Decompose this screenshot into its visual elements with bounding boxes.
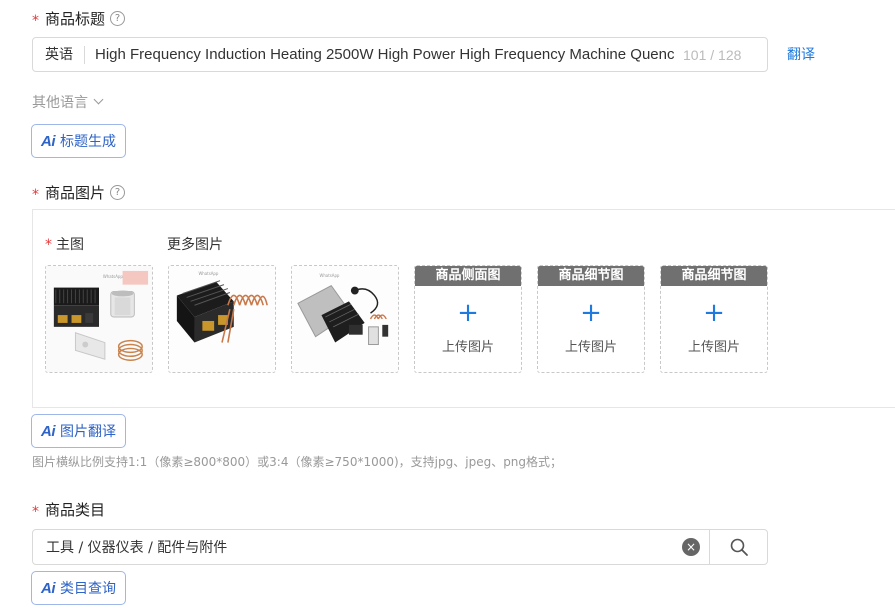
ai-icon: Ai	[41, 132, 56, 150]
svg-text:WhatsApp: WhatsApp	[198, 271, 218, 276]
plus-icon: +	[457, 298, 479, 328]
svg-text:WhatsApp: WhatsApp	[319, 273, 339, 278]
category-label: 商品类目	[45, 501, 106, 519]
upload-slot-header: 商品侧面图	[415, 266, 521, 286]
more-image-thumbnail-2[interactable]: WhatsApp	[291, 265, 399, 373]
upload-slot-3[interactable]: 商品细节图 + 上传图片	[660, 265, 768, 373]
more-images-label: 更多图片	[167, 237, 223, 253]
char-counter: 101 / 128	[683, 46, 742, 63]
image-label-row: * 商品图片 ?	[32, 182, 126, 203]
translate-link[interactable]: 翻译	[787, 44, 815, 64]
product-photo-1: WhatsApp	[46, 266, 152, 372]
clear-icon[interactable]: ×	[682, 538, 700, 556]
main-image-label: * 主图	[45, 234, 84, 254]
ai-category-query-label: 类目查询	[60, 581, 116, 597]
help-icon[interactable]: ?	[110, 185, 126, 200]
plus-icon: +	[580, 298, 602, 328]
ai-title-generate-label: 标题生成	[60, 134, 116, 150]
ai-icon: Ai	[41, 422, 56, 440]
upload-slot-2[interactable]: 商品细节图 + 上传图片	[537, 265, 645, 373]
image-label: 商品图片	[45, 184, 106, 202]
more-image-thumbnail-1[interactable]: WhatsApp	[168, 265, 276, 373]
title-label: 商品标题	[45, 10, 106, 28]
ai-image-translate-button[interactable]: Ai 图片翻译	[31, 414, 126, 448]
title-value[interactable]: High Frequency Induction Heating 2500W H…	[85, 46, 677, 63]
other-languages-toggle[interactable]: 其他语言	[32, 92, 104, 112]
title-label-row: * 商品标题 ?	[32, 8, 126, 29]
chevron-down-icon	[93, 94, 104, 104]
upload-image-label: 上传图片	[564, 340, 617, 355]
category-search-button[interactable]	[709, 530, 767, 564]
plus-icon: +	[703, 298, 725, 328]
other-languages-label: 其他语言	[32, 95, 88, 111]
upload-image-label: 上传图片	[687, 340, 740, 355]
category-label-row: * 商品类目	[32, 499, 105, 520]
main-image-thumbnail[interactable]: WhatsApp	[45, 265, 153, 373]
product-photo-3: WhatsApp	[292, 266, 398, 372]
ai-category-query-button[interactable]: Ai 类目查询	[31, 571, 126, 605]
ai-title-generate-button[interactable]: Ai 标题生成	[31, 124, 126, 158]
language-tag: 英语	[33, 45, 85, 64]
upload-slot-1[interactable]: 商品侧面图 + 上传图片	[414, 265, 522, 373]
main-image-label-text: 主图	[56, 237, 84, 253]
required-mark: *	[32, 186, 39, 203]
ai-icon: Ai	[41, 579, 56, 597]
svg-text:WhatsApp: WhatsApp	[103, 274, 123, 279]
required-mark: *	[32, 503, 39, 520]
image-requirements-hint: 图片横纵比例支持1:1（像素≥800*800）或3:4（像素≥750*1000)…	[32, 455, 563, 469]
ai-image-translate-label: 图片翻译	[60, 424, 116, 440]
product-photo-2: WhatsApp	[169, 266, 275, 372]
required-mark: *	[32, 12, 39, 29]
upload-image-label: 上传图片	[441, 340, 494, 355]
required-mark: *	[45, 237, 52, 253]
title-input[interactable]: 英语 High Frequency Induction Heating 2500…	[32, 37, 768, 72]
upload-slot-header: 商品细节图	[661, 266, 767, 286]
category-select[interactable]: 工具 / 仪器仪表 / 配件与附件 ×	[32, 529, 768, 565]
search-icon	[730, 538, 748, 556]
upload-slot-header: 商品细节图	[538, 266, 644, 286]
help-icon[interactable]: ?	[110, 11, 126, 26]
category-value[interactable]: 工具 / 仪器仪表 / 配件与附件	[33, 537, 682, 557]
